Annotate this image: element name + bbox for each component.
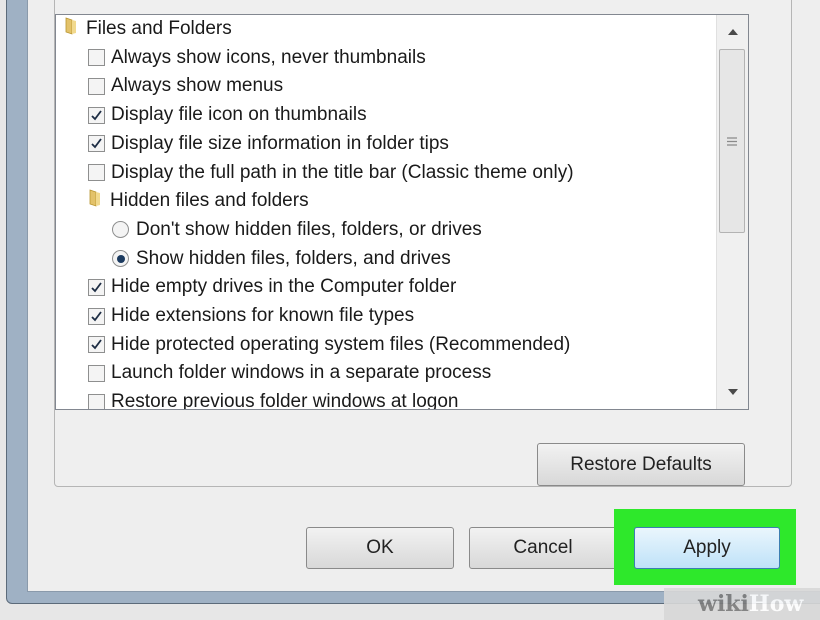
tree-folder-node: Files and Folders — [64, 16, 232, 42]
tree-checkbox-option[interactable]: Display file size information in folder … — [88, 131, 449, 157]
checkbox-checked-icon[interactable] — [88, 278, 105, 296]
tree-item-label: Hide empty drives in the Computer folder — [111, 276, 457, 298]
cancel-button[interactable]: Cancel — [469, 527, 617, 569]
tree-checkbox-option[interactable]: Launch folder windows in a separate proc… — [88, 360, 491, 386]
tree-item-label: Hidden files and folders — [110, 190, 309, 212]
tree-checkbox-option[interactable]: Restore previous folder windows at logon — [88, 389, 459, 410]
wikihow-watermark: wiki How — [664, 588, 820, 620]
ok-button[interactable]: OK — [306, 527, 454, 569]
tree-item-label: Launch folder windows in a separate proc… — [111, 362, 492, 384]
tree-item-label: Restore previous folder windows at logon — [111, 391, 459, 410]
tree-checkbox-option[interactable]: Display file icon on thumbnails — [88, 102, 367, 128]
checkbox-unchecked-icon[interactable] — [88, 49, 105, 67]
folder-icon — [64, 17, 78, 41]
checkbox-checked-icon[interactable] — [88, 307, 105, 325]
checkbox-checked-icon[interactable] — [88, 135, 105, 153]
folder-icon — [88, 189, 102, 213]
tree-folder-node: Hidden files and folders — [88, 188, 309, 214]
tree-checkbox-option[interactable]: Always show icons, never thumbnails — [88, 45, 426, 71]
tree-radio-option[interactable]: Don't show hidden files, folders, or dri… — [112, 217, 482, 243]
tree-item-label: Always show icons, never thumbnails — [111, 46, 426, 68]
watermark-wiki: wiki — [698, 591, 749, 617]
tree-checkbox-option[interactable]: Always show menus — [88, 73, 283, 99]
tree-checkbox-option[interactable]: Hide extensions for known file types — [88, 303, 414, 329]
scroll-up-arrow-icon[interactable] — [717, 15, 748, 49]
tree-item-label: Display the full path in the title bar (… — [111, 161, 574, 183]
tree-item-label: Hide extensions for known file types — [111, 305, 415, 326]
restore-defaults-button[interactable]: Restore Defaults — [537, 443, 745, 486]
tree-checkbox-option[interactable]: Hide empty drives in the Computer folder — [88, 274, 456, 300]
advanced-settings-tree[interactable]: Files and Folders Always show icons, neve… — [55, 14, 749, 410]
tree-item-label: Files and Folders — [86, 18, 232, 39]
tree-checkbox-option[interactable]: Hide protected operating system files (R… — [88, 332, 570, 358]
tree-item-label: Always show menus — [111, 75, 284, 97]
tree-radio-option[interactable]: Show hidden files, folders, and drives — [112, 246, 451, 272]
scroll-thumb[interactable] — [719, 49, 745, 233]
grip-icon — [727, 136, 737, 146]
checkbox-unchecked-icon[interactable] — [88, 77, 105, 95]
checkbox-checked-icon[interactable] — [88, 336, 105, 354]
tree-item-label: Display file size information in folder … — [111, 132, 449, 154]
radio-selected-icon[interactable] — [112, 250, 129, 268]
checkbox-unchecked-icon[interactable] — [88, 393, 105, 409]
tree-item-label: Hide protected operating system files (R… — [111, 333, 571, 355]
tree-item-label: Don't show hidden files, folders, or dri… — [136, 218, 482, 240]
checkbox-unchecked-icon[interactable] — [88, 164, 105, 181]
tree-item-label: Display file icon on thumbnails — [111, 104, 367, 126]
watermark-how: How — [748, 591, 804, 617]
scroll-down-arrow-icon[interactable] — [717, 375, 748, 409]
apply-button[interactable]: Apply — [634, 527, 780, 569]
checkbox-unchecked-icon[interactable] — [88, 364, 105, 382]
tree-item-label: Show hidden files, folders, and drives — [136, 247, 451, 269]
vertical-scrollbar[interactable] — [716, 15, 748, 409]
checkbox-checked-icon[interactable] — [88, 106, 105, 124]
tree-checkbox-option[interactable]: Display the full path in the title bar (… — [88, 160, 574, 186]
radio-unselected-icon[interactable] — [112, 221, 129, 239]
